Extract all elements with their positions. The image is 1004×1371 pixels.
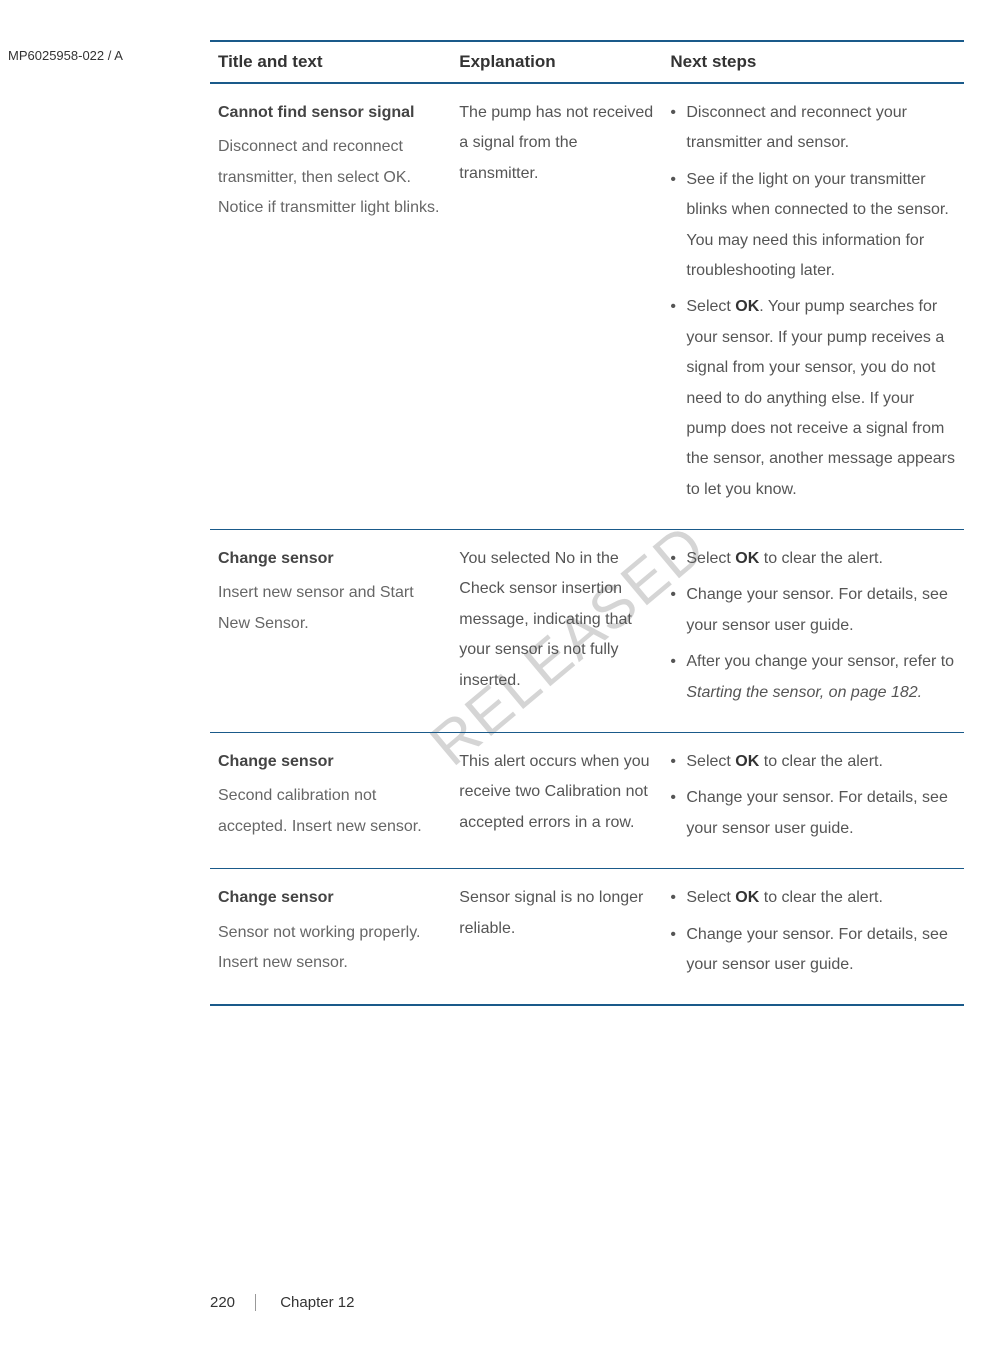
table-row: Change sensor Second calibration not acce… — [210, 733, 964, 869]
table-header-row: Title and text Explanation Next steps — [210, 41, 964, 83]
steps-list: Select OK to clear the alert. Change your… — [670, 883, 956, 980]
header-explanation: Explanation — [451, 41, 662, 83]
cell-title-text: Change sensor Sensor not working properly… — [210, 869, 451, 1006]
cell-next-steps: Select OK to clear the alert. Change your… — [662, 733, 964, 869]
step-bold-text: OK — [735, 889, 759, 906]
step-pre-text: Select — [686, 298, 735, 315]
alert-subtext: Sensor not working properly. Insert new … — [218, 924, 420, 971]
step-text: to clear the alert. — [759, 550, 883, 567]
page-number: 220 — [210, 1294, 256, 1311]
step-text: See if the light on your transmitter bli… — [686, 171, 948, 279]
alert-title: Cannot find sensor signal — [218, 98, 443, 128]
cell-title-text: Change sensor Insert new sensor and Start… — [210, 530, 451, 733]
list-item: Select OK to clear the alert. — [670, 883, 956, 913]
step-text: . Your pump searches for your sensor. If… — [686, 298, 955, 497]
list-item: Select OK to clear the alert. — [670, 747, 956, 777]
alerts-table: Title and text Explanation Next steps Ca… — [210, 40, 964, 1006]
list-item: Change your sensor. For details, see you… — [670, 783, 956, 844]
cell-explanation: This alert occurs when you receive two C… — [451, 733, 662, 869]
steps-list: Disconnect and reconnect your transmitte… — [670, 98, 956, 505]
step-pre-text: Select — [686, 889, 735, 906]
cell-next-steps: Select OK to clear the alert. Change your… — [662, 869, 964, 1006]
alert-title: Change sensor — [218, 544, 443, 574]
table-row: Cannot find sensor signal Disconnect and … — [210, 83, 964, 530]
list-item: After you change your sensor, refer to S… — [670, 647, 956, 708]
alert-subtext: Second calibration not accepted. Insert … — [218, 787, 422, 834]
step-bold-text: OK — [735, 550, 759, 567]
header-title-text: Title and text — [210, 41, 451, 83]
cell-title-text: Cannot find sensor signal Disconnect and … — [210, 83, 451, 530]
step-text: Change your sensor. For details, see you… — [686, 926, 947, 973]
table-row: Change sensor Sensor not working properly… — [210, 869, 964, 1006]
header-next-steps: Next steps — [662, 41, 964, 83]
step-bold-text: OK — [735, 753, 759, 770]
alert-title: Change sensor — [218, 883, 443, 913]
list-item: See if the light on your transmitter bli… — [670, 165, 956, 287]
list-item: Change your sensor. For details, see you… — [670, 920, 956, 981]
page-footer: 220 Chapter 12 — [210, 1294, 354, 1311]
cell-title-text: Change sensor Second calibration not acce… — [210, 733, 451, 869]
step-text: Change your sensor. For details, see you… — [686, 789, 947, 836]
steps-list: Select OK to clear the alert. Change your… — [670, 747, 956, 844]
step-text: Change your sensor. For details, see you… — [686, 586, 947, 633]
list-item: Select OK to clear the alert. — [670, 544, 956, 574]
cell-explanation: Sensor signal is no longer reliable. — [451, 869, 662, 1006]
step-italic-text: Starting the sensor, on page 182. — [686, 684, 922, 701]
cell-next-steps: Disconnect and reconnect your transmitte… — [662, 83, 964, 530]
alert-subtext: Insert new sensor and Start New Sensor. — [218, 584, 414, 631]
step-text: to clear the alert. — [759, 753, 883, 770]
chapter-label: Chapter 12 — [280, 1294, 354, 1311]
main-content: Title and text Explanation Next steps Ca… — [210, 40, 964, 1006]
list-item: Change your sensor. For details, see you… — [670, 580, 956, 641]
table-row: Change sensor Insert new sensor and Start… — [210, 530, 964, 733]
step-pre-text: After you change your sensor, refer to — [686, 653, 954, 670]
cell-explanation: The pump has not received a signal from … — [451, 83, 662, 530]
alert-subtext: Disconnect and reconnect transmitter, th… — [218, 138, 439, 216]
cell-next-steps: Select OK to clear the alert. Change your… — [662, 530, 964, 733]
alert-title: Change sensor — [218, 747, 443, 777]
step-pre-text: Select — [686, 753, 735, 770]
step-text: to clear the alert. — [759, 889, 883, 906]
step-bold-text: OK — [735, 298, 759, 315]
step-text: Disconnect and reconnect your transmitte… — [686, 104, 907, 151]
cell-explanation: You selected No in the Check sensor inse… — [451, 530, 662, 733]
list-item: Disconnect and reconnect your transmitte… — [670, 98, 956, 159]
steps-list: Select OK to clear the alert. Change your… — [670, 544, 956, 708]
step-pre-text: Select — [686, 550, 735, 567]
document-id: MP6025958-022 / A — [8, 48, 123, 63]
list-item: Select OK. Your pump searches for your s… — [670, 292, 956, 505]
